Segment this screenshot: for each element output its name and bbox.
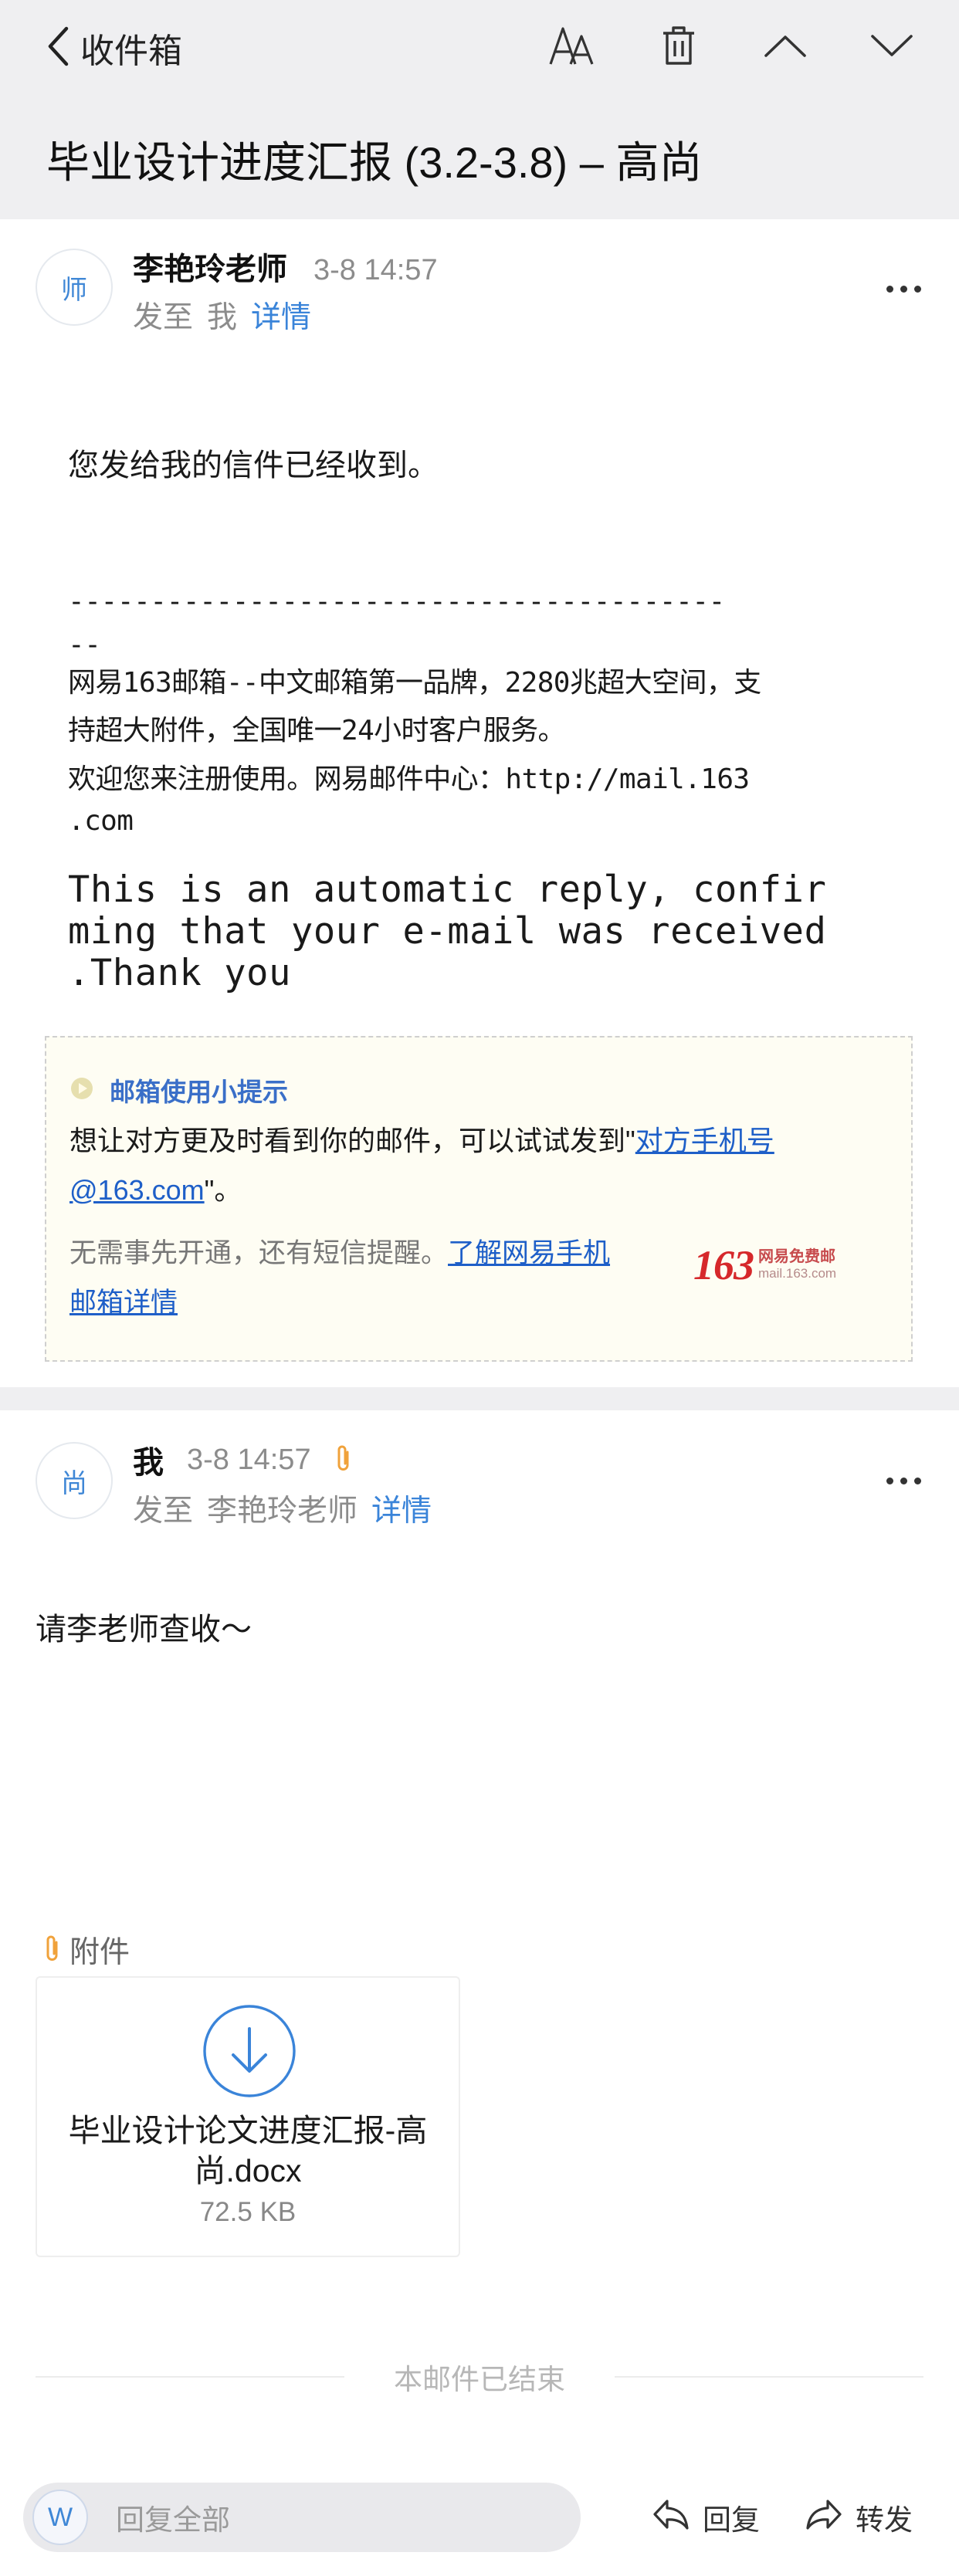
auto-reply-line: ming that your e-mail was received [68, 910, 827, 953]
learn-more-link-cont[interactable]: 邮箱详情 [69, 1288, 178, 1318]
sender-avatar[interactable]: 师 [36, 249, 113, 326]
to-prefix: 发至 [133, 301, 194, 334]
trash-icon [660, 24, 697, 71]
previous-mail-button[interactable] [757, 19, 814, 76]
tip-note: 无需事先开通，还有短信提醒。了解网易手机 邮箱详情 [69, 1229, 687, 1328]
message2-header: 我 3-8 14:57 [133, 1437, 353, 1482]
details-link[interactable]: 详情 [251, 293, 311, 337]
mail-subject: 毕业设计进度汇报 (3.2-3.8) – 高尚 [46, 138, 703, 187]
tip-title: 邮箱使用小提示 [110, 1078, 288, 1106]
chevron-up-icon [764, 33, 807, 62]
separator-line: ---------------------------------------- [68, 586, 725, 618]
signature-line: 欢迎您来注册使用。网易邮件中心：http://mail.163 [68, 763, 750, 795]
attachment-name: 毕业设计论文进度汇报-高 尚.docx [53, 2111, 443, 2191]
reply-button[interactable]: 回复 [652, 2490, 760, 2544]
learn-more-link[interactable]: 了解网易手机 [448, 1238, 610, 1268]
attachment-name-line: 毕业设计论文进度汇报-高 [68, 2113, 428, 2148]
reply-all-placeholder: 回复全部 [116, 2504, 230, 2536]
reply-icon [652, 2497, 690, 2538]
next-mail-button[interactable] [863, 19, 920, 76]
tip-text-part: "。 [204, 1174, 242, 1206]
logo-number: 163 [693, 1242, 754, 1288]
separator-line: -- [68, 629, 101, 661]
chevron-left-icon [46, 26, 69, 70]
recipient-line: 发至 我 详情 [133, 293, 311, 337]
more-dots-icon [886, 285, 921, 293]
sender-avatar[interactable]: 尚 [36, 1442, 113, 1519]
end-divider-left [36, 2376, 344, 2378]
attachments-header: 附件 [43, 1928, 130, 1972]
back-label: 收件箱 [80, 32, 182, 70]
more-options-button[interactable] [880, 273, 927, 304]
sent-time: 3-8 14:57 [313, 254, 438, 286]
logo-cn-text: 网易免费邮 [758, 1248, 835, 1265]
forward-icon [805, 2497, 843, 2538]
delete-button[interactable] [650, 19, 707, 76]
tip-header: 邮箱使用小提示 [69, 1071, 288, 1109]
end-of-mail-label: 本邮件已结束 [394, 2364, 565, 2395]
auto-reply-line: .Thank you [68, 952, 291, 994]
to-prefix: 发至 [133, 1494, 194, 1528]
logo-url-text: mail.163.com [758, 1266, 837, 1281]
tip-note-text: 无需事先开通，还有短信提醒。 [69, 1238, 449, 1268]
signature-line: .com [68, 805, 134, 837]
forward-button[interactable]: 转发 [805, 2490, 913, 2544]
auto-reply-text: This is an automatic reply, confir ming … [68, 869, 826, 994]
reply-all-input[interactable]: W 回复全部 [23, 2483, 581, 2552]
signature-separator: ----------------------------------------… [68, 588, 725, 659]
signature-line: 持超大附件，全国唯一24小时客户服务。 [68, 715, 566, 746]
mail-signature: 网易163邮箱--中文邮箱第一品牌，2280兆超大空间，支 持超大附件，全国唯一… [68, 659, 761, 838]
message-body: 您发给我的信件已经收到。 [68, 449, 439, 482]
back-button[interactable]: 收件箱 [46, 22, 182, 74]
sent-time: 3-8 14:57 [187, 1443, 311, 1476]
sender-name[interactable]: 李艳玲老师 [133, 244, 287, 289]
reply-label: 回复 [703, 2504, 760, 2536]
download-icon[interactable] [202, 2004, 297, 2102]
attachment-size: 72.5 KB [199, 2197, 297, 2227]
avatar-letter: 师 [61, 275, 87, 305]
sender-name[interactable]: 我 [133, 1437, 164, 1482]
message1-header: 李艳玲老师 3-8 14:57 [133, 244, 438, 289]
account-badge-letter: W [47, 2502, 73, 2532]
tip-text: 想让对方更及时看到你的邮件，可以试试发到"对方手机号 @163.com"。 [69, 1116, 888, 1215]
paperclip-icon [43, 1933, 62, 1968]
paperclip-icon [334, 1443, 353, 1478]
recipient-name: 李艳玲老师 [207, 1494, 358, 1528]
font-size-button[interactable] [543, 19, 600, 76]
forward-label: 转发 [856, 2504, 913, 2536]
end-divider-right [615, 2376, 923, 2378]
more-options-button[interactable] [880, 1465, 927, 1496]
recipient-line: 发至 李艳玲老师 详情 [133, 1487, 432, 1530]
phone-mail-link[interactable]: 对方手机号 [635, 1125, 774, 1156]
play-circle-icon [69, 1076, 94, 1105]
tip-text-part: 想让对方更及时看到你的邮件，可以试试发到" [69, 1125, 635, 1156]
message-divider [0, 1387, 959, 1410]
signature-line: 网易163邮箱--中文邮箱第一品牌，2280兆超大空间，支 [68, 667, 761, 699]
avatar-letter: 尚 [61, 1468, 87, 1498]
mailbox-tip-box: 邮箱使用小提示 想让对方更及时看到你的邮件，可以试试发到"对方手机号 @163.… [45, 1036, 913, 1362]
netease-163-logo: 163 网易免费邮 mail.163.com [693, 1241, 836, 1289]
chevron-down-icon [870, 33, 913, 62]
details-link[interactable]: 详情 [371, 1487, 432, 1530]
message-body: 请李老师查收～ [36, 1613, 252, 1647]
recipient-name: 我 [207, 301, 238, 334]
attachment-name-line: 尚.docx [194, 2153, 302, 2188]
attachment-card[interactable]: 毕业设计论文进度汇报-高 尚.docx 72.5 KB [36, 1976, 460, 2257]
more-dots-icon [886, 1477, 921, 1484]
auto-reply-line: This is an automatic reply, confir [68, 868, 827, 911]
attachments-label: 附件 [69, 1936, 130, 1969]
font-size-icon [547, 24, 595, 71]
account-badge: W [32, 2490, 88, 2545]
phone-mail-link-domain[interactable]: @163.com [69, 1174, 205, 1206]
